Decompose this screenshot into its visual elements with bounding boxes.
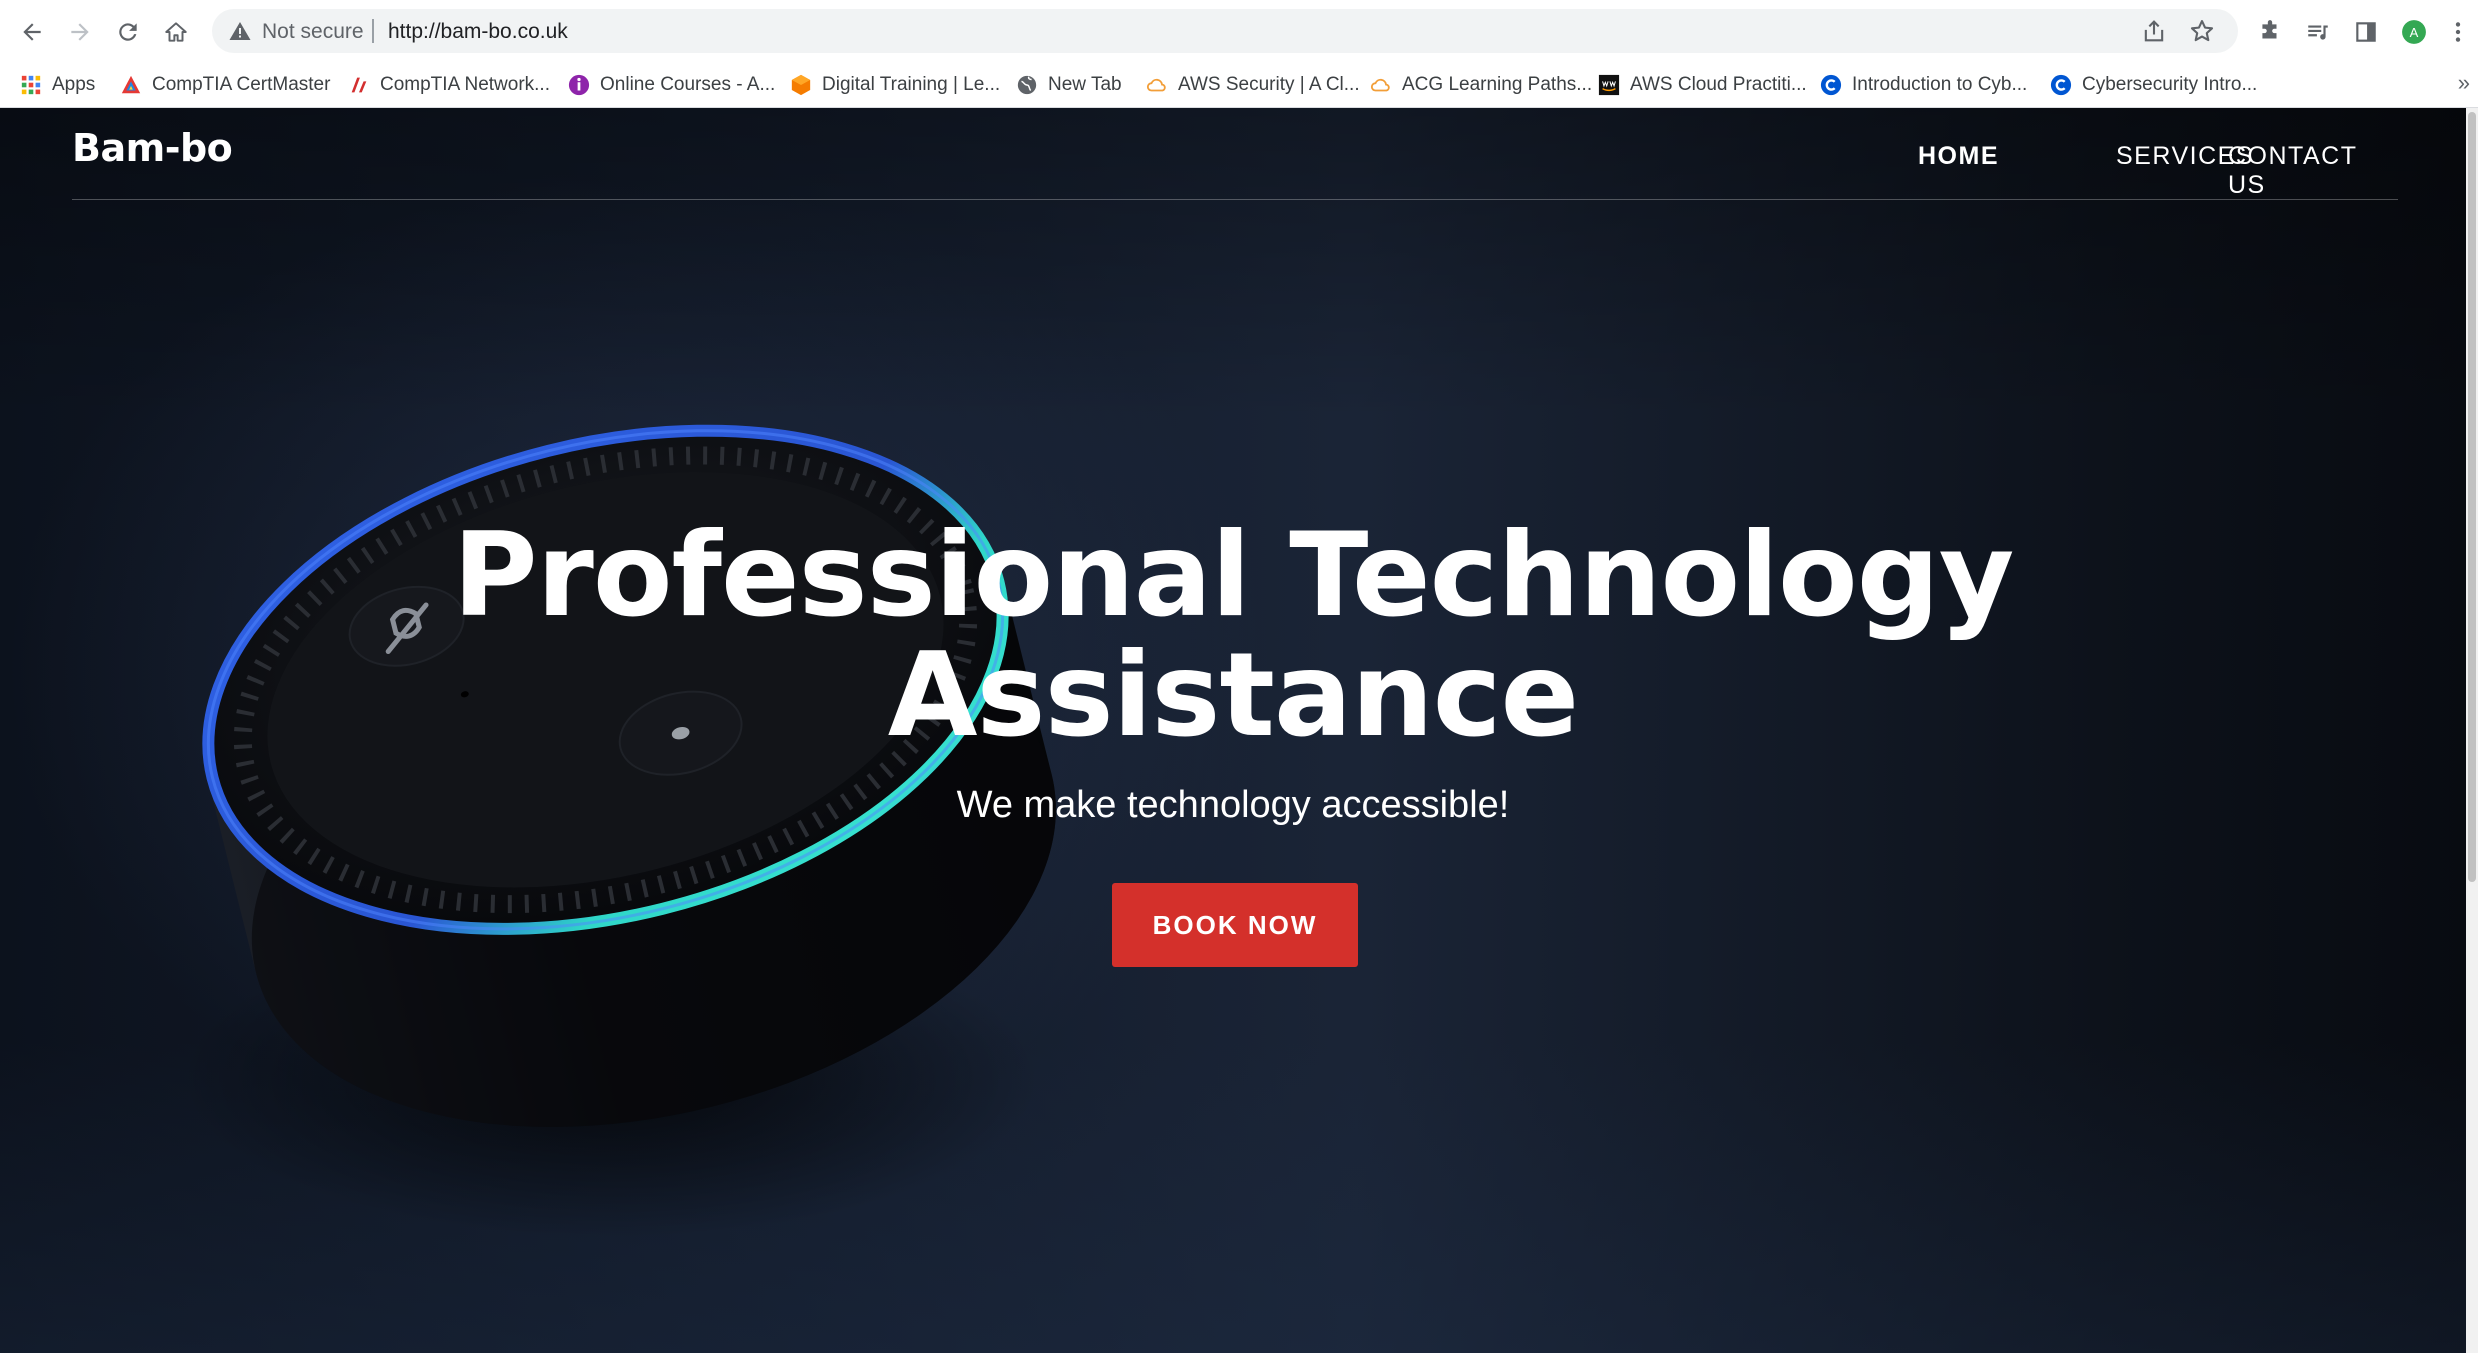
acg-cloud-icon bbox=[1370, 78, 1390, 92]
bookmark-label: ACG Learning Paths... bbox=[1402, 74, 1593, 95]
bookmark-intro-cyber[interactable]: Introduction to Cyb... bbox=[1820, 68, 2027, 102]
scrollbar-thumb[interactable] bbox=[2468, 112, 2476, 882]
side-panel-button[interactable] bbox=[2346, 12, 2386, 52]
playlist-music-icon bbox=[2308, 25, 2328, 40]
warning-triangle-icon[interactable] bbox=[228, 19, 252, 43]
bookmark-label: Cybersecurity Intro... bbox=[2082, 74, 2258, 95]
forward-arrow-icon bbox=[71, 23, 89, 41]
home-icon bbox=[165, 22, 187, 42]
bookmark-label: Digital Training | Le... bbox=[822, 74, 1001, 95]
bookmark-label: CompTIA Network... bbox=[380, 74, 550, 95]
profile-avatar-icon: A bbox=[2402, 20, 2426, 44]
share-icon[interactable] bbox=[2140, 17, 2168, 45]
address-bar-divider bbox=[372, 19, 374, 43]
coursera-icon bbox=[1820, 74, 1842, 96]
forward-button[interactable] bbox=[60, 12, 100, 52]
bookmark-digital-training[interactable]: Digital Training | Le... bbox=[790, 68, 1000, 102]
hero-section: Professional Technology Assistance We ma… bbox=[0, 108, 2466, 1353]
address-bar[interactable]: Not secure http://bam-bo.co.uk bbox=[212, 9, 2238, 53]
kebab-menu-icon bbox=[2455, 22, 2461, 42]
bookmark-label: Apps bbox=[52, 74, 96, 95]
home-button[interactable] bbox=[156, 12, 196, 52]
aws-icon bbox=[1598, 74, 1620, 96]
browser-menu-button[interactable] bbox=[2440, 12, 2476, 52]
back-button[interactable] bbox=[12, 12, 52, 52]
reload-icon bbox=[119, 23, 137, 41]
bookmark-new-tab[interactable]: New Tab bbox=[1016, 68, 1122, 102]
browser-chrome: Not secure http://bam-bo.co.uk A Apps Co… bbox=[0, 0, 2478, 108]
comptia-icon bbox=[121, 75, 141, 94]
bookmark-label: Introduction to Cyb... bbox=[1852, 74, 2028, 95]
security-status-label[interactable]: Not secure bbox=[262, 20, 364, 44]
media-controls-button[interactable] bbox=[2298, 12, 2338, 52]
digital-training-icon bbox=[791, 74, 811, 96]
bookmarks-overflow-chevron-icon[interactable]: » bbox=[2458, 70, 2470, 96]
bookmark-comptia-network[interactable]: CompTIA Network... bbox=[348, 68, 550, 102]
bookmark-label: AWS Security | A Cl... bbox=[1178, 74, 1360, 95]
acg-cloud-icon bbox=[1146, 78, 1166, 92]
bookmark-online-courses[interactable]: Online Courses - A... bbox=[568, 68, 775, 102]
hero-title-line-2: Assistance bbox=[887, 628, 1579, 763]
bookmark-apps[interactable]: Apps bbox=[20, 68, 95, 102]
profile-initial: A bbox=[2410, 25, 2419, 40]
hero-title: Professional Technology Assistance bbox=[0, 516, 2466, 756]
online-courses-icon bbox=[568, 74, 590, 96]
url-text[interactable]: http://bam-bo.co.uk bbox=[388, 20, 568, 44]
puzzle-piece-icon bbox=[2262, 20, 2277, 39]
bookmark-comptia-certmaster[interactable]: CompTIA CertMaster bbox=[120, 68, 330, 102]
coursera-icon bbox=[2050, 74, 2072, 96]
hero-title-line-1: Professional Technology bbox=[452, 508, 2015, 643]
browser-toolbar: Not secure http://bam-bo.co.uk A bbox=[0, 0, 2478, 62]
globe-icon bbox=[1017, 75, 1037, 95]
bookmark-aws-security[interactable]: AWS Security | A Cl... bbox=[1146, 68, 1360, 102]
hero-subtitle: We make technology accessible! bbox=[956, 784, 1510, 826]
bookmark-label: CompTIA CertMaster bbox=[152, 74, 331, 95]
bookmark-acg-learning-paths[interactable]: ACG Learning Paths... bbox=[1370, 68, 1592, 102]
side-panel-icon bbox=[2356, 22, 2376, 42]
profile-button[interactable]: A bbox=[2394, 12, 2434, 52]
extensions-button[interactable] bbox=[2250, 12, 2290, 52]
bookmark-label: Online Courses - A... bbox=[600, 74, 776, 95]
bookmark-aws-cloud-practitioner[interactable]: AWS Cloud Practiti... bbox=[1598, 68, 1807, 102]
bookmarks-bar: Apps CompTIA CertMaster CompTIA Network.… bbox=[0, 62, 2478, 108]
page-scrollbar[interactable] bbox=[2466, 108, 2478, 1353]
bookmark-label: New Tab bbox=[1048, 74, 1122, 95]
comptia-network-icon bbox=[351, 77, 367, 93]
bookmark-label: AWS Cloud Practiti... bbox=[1630, 74, 1807, 95]
page-viewport: Bam-bo HOME SERVICES CONTACT US Professi… bbox=[0, 108, 2466, 1353]
reload-button[interactable] bbox=[108, 12, 148, 52]
apps-grid-icon bbox=[21, 75, 41, 95]
book-now-button[interactable]: BOOK NOW bbox=[1112, 883, 1358, 967]
bookmark-star-icon[interactable] bbox=[2188, 17, 2216, 45]
back-arrow-icon bbox=[23, 23, 41, 41]
bookmark-cybersecurity-intro[interactable]: Cybersecurity Intro... bbox=[2050, 68, 2257, 102]
